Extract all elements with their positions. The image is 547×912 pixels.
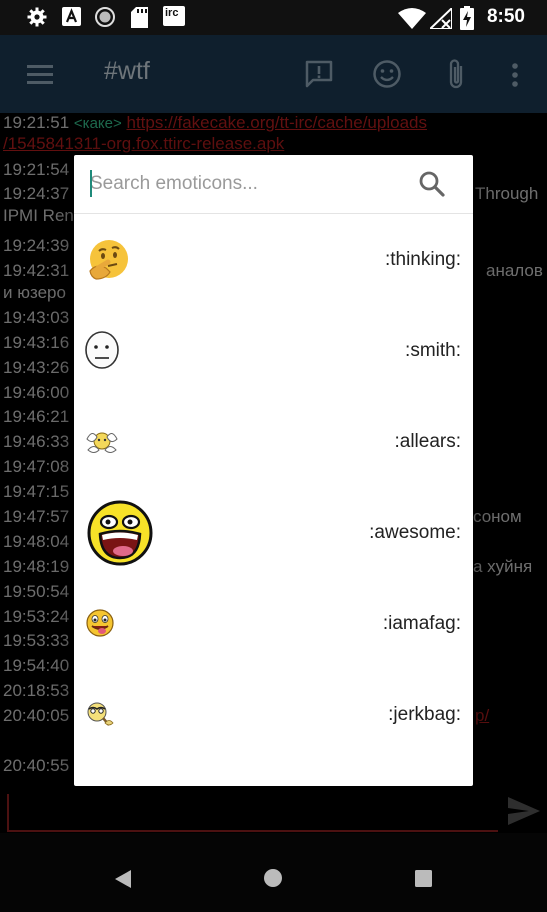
irc-label: irc: [165, 7, 179, 19]
smith-face-icon: [85, 331, 119, 369]
emoticon-row-smith[interactable]: :smith:: [74, 306, 473, 397]
search-icon[interactable]: [418, 170, 446, 198]
emoticon-code: :allears:: [394, 431, 461, 452]
gear-icon: [27, 7, 47, 27]
back-icon[interactable]: [114, 869, 132, 889]
tongue-face-icon: [86, 609, 114, 637]
no-signal-icon: [430, 8, 452, 29]
battery-charging-icon: [460, 6, 474, 30]
emoticon-code: :thinking:: [384, 249, 461, 270]
emoticon-picker-dialog: :thinking: :smith: :allears:: [74, 155, 473, 786]
font-a-icon: [62, 7, 81, 26]
sd-card-icon: [131, 7, 148, 28]
emoticon-row-thinking[interactable]: :thinking:: [74, 215, 473, 306]
emoticon-code: :awesome:: [369, 522, 461, 543]
emoticon-row-jerkbag[interactable]: :jerkbag:: [74, 670, 473, 761]
emoticon-code: :iamafag:: [382, 613, 461, 634]
emoticon-search-bar: [74, 155, 473, 214]
wifi-icon: [398, 8, 426, 29]
clock: 8:50: [486, 6, 525, 27]
emoticon-row-iamafag[interactable]: :iamafag:: [74, 579, 473, 670]
emoticon-row-allears[interactable]: :allears:: [74, 397, 473, 488]
irc-icon: irc: [163, 6, 185, 26]
emoticon-code: :smith:: [405, 340, 461, 361]
emoticon-code: :jerkbag:: [388, 704, 461, 725]
thinking-face-icon: [89, 240, 128, 280]
allears-icon: [86, 432, 118, 453]
record-icon: [95, 7, 115, 27]
emoticon-search-input[interactable]: [90, 169, 400, 199]
home-icon[interactable]: [263, 868, 283, 888]
emoticon-row-awesome[interactable]: :awesome:: [74, 488, 473, 579]
navigation-bar: [0, 845, 547, 912]
text-cursor: [90, 170, 92, 197]
jerkbag-icon: [87, 702, 114, 726]
status-bar: irc 8:50: [0, 0, 547, 35]
recents-icon[interactable]: [415, 870, 432, 887]
awesome-face-icon: [87, 500, 153, 566]
